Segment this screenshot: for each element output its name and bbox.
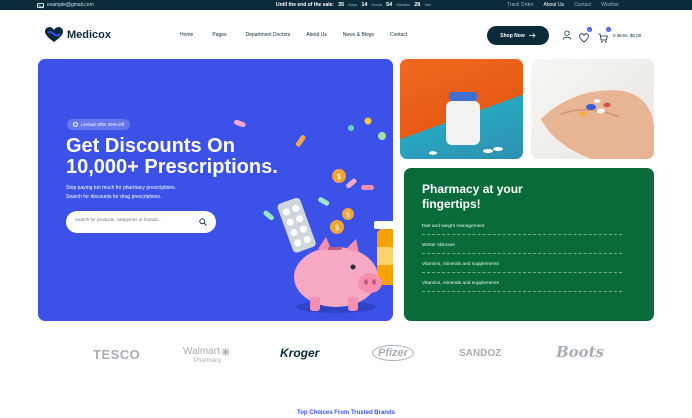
shop-now-label: Shop Now — [500, 32, 525, 39]
wishlist-link[interactable]: Wishlist — [601, 2, 618, 8]
brand-logos-row: TESCO Walmart Pharmacy ✳ Kroger Pfizer S… — [0, 338, 692, 370]
user-icon[interactable] — [562, 30, 572, 40]
email-text: example@gmail.com — [47, 2, 94, 8]
offer-badge: Limited Offer 25% Off — [67, 119, 131, 130]
svg-text:$: $ — [334, 223, 339, 232]
pills-in-hand-photo[interactable] — [531, 59, 654, 159]
hero-search-input[interactable] — [75, 217, 185, 222]
pharmacy-item-diet[interactable]: Diet and weight management — [422, 224, 622, 235]
wishlist-button[interactable]: 0 — [579, 27, 592, 43]
brand-boots[interactable]: Boots — [556, 343, 604, 361]
piggy-bank-illustration: $ $ $ — [234, 117, 393, 313]
cart-icon — [598, 33, 608, 43]
nav-contact[interactable]: Contact — [390, 32, 407, 38]
sale-countdown: Until the end of the sale: 35 Days 14 Hour… — [276, 2, 431, 8]
topbar-links: Track Order About Us Contact Wishlist — [507, 2, 619, 8]
countdown-label: Until the end of the sale: — [276, 2, 335, 8]
logo-heart-icon — [45, 27, 63, 42]
svg-text:$: $ — [346, 211, 350, 219]
offer-tag-icon — [73, 122, 78, 127]
hero-title-line1: Get Discounts On — [66, 135, 235, 157]
offer-badge-label: Limited Offer 25% Off — [81, 122, 125, 127]
svg-text:$: $ — [336, 172, 341, 181]
nav-about-us[interactable]: About Us — [306, 32, 327, 38]
heart-icon — [579, 33, 589, 43]
hero-banner: Limited Offer 25% Off Get Discounts On 1… — [38, 59, 393, 321]
pill-bottle-image — [429, 92, 503, 155]
countdown-minutes-unit: Minutes — [396, 2, 411, 7]
brand-kroger[interactable]: Kroger — [280, 346, 319, 360]
brand-name: Medicox — [67, 29, 112, 41]
hero-subtitle: Stop paying too much for pharmacy prescr… — [66, 184, 236, 202]
about-us-link[interactable]: About Us — [543, 2, 564, 8]
pharmacy-card: Pharmacy at your fingertips! Diet and we… — [404, 168, 654, 321]
pharmacy-item-winter-skincare[interactable]: Winter skincare — [422, 243, 622, 254]
main-nav: Home Pages Department Doctors About Us N… — [180, 32, 407, 38]
pharmacy-item-vitamins-2[interactable]: Vitamins, minerals and supplements — [422, 281, 622, 292]
topbar-email[interactable]: example@gmail.com — [37, 2, 94, 8]
nav-home[interactable]: Home — [180, 32, 193, 38]
track-order-link[interactable]: Track Order — [507, 2, 533, 8]
cart-button[interactable]: 0 — [598, 27, 611, 43]
countdown-days-unit: Days — [348, 2, 358, 7]
arrow-right-icon — [528, 33, 536, 38]
brand-tesco[interactable]: TESCO — [93, 347, 140, 362]
pharmacy-card-title: Pharmacy at your fingertips! — [422, 182, 523, 211]
countdown-hours: 14 — [361, 2, 368, 8]
nav-news-blogs[interactable]: News & Blogs — [343, 32, 374, 38]
hero-subtitle-line1: Stop paying too much for pharmacy prescr… — [66, 185, 177, 191]
brand-walmart-pharmacy[interactable]: Pharmacy — [194, 358, 221, 364]
mail-icon — [37, 2, 44, 8]
countdown-seconds-unit: Sec — [424, 2, 432, 7]
hero-search-bar — [66, 211, 216, 233]
search-icon[interactable] — [199, 218, 207, 226]
nav-department-doctors[interactable]: Department Doctors — [246, 32, 291, 38]
top-bar: example@gmail.com Until the end of the s… — [0, 0, 692, 10]
brand-pfizer[interactable]: Pfizer — [372, 345, 414, 361]
countdown-days: 35 — [338, 2, 345, 8]
pharmacy-item-vitamins[interactable]: Vitamins, minerals and supplements — [422, 262, 622, 273]
hand-with-pills-image — [541, 90, 654, 159]
logo[interactable]: Medicox — [45, 27, 111, 43]
nav-pages[interactable]: Pages — [212, 32, 226, 38]
medicine-bottle-photo[interactable] — [400, 59, 523, 159]
brand-walmart[interactable]: Walmart — [183, 346, 220, 357]
countdown-seconds: 28 — [414, 2, 421, 8]
cart-count-badge: 0 — [606, 27, 611, 32]
section-title: Top Choices From Trusted Brands — [297, 410, 395, 416]
cart-total[interactable]: 0 items: $0.00 — [613, 33, 641, 38]
walmart-spark-icon: ✳ — [221, 347, 231, 359]
contact-link[interactable]: Contact — [574, 2, 591, 8]
brand-sandoz[interactable]: SANDOZ — [459, 348, 501, 359]
wishlist-count-badge: 0 — [587, 27, 592, 32]
main-header: Medicox Home Pages Department Doctors Ab… — [37, 22, 654, 50]
shop-now-button[interactable]: Shop Now — [487, 26, 549, 45]
countdown-hours-unit: Hours — [371, 2, 383, 7]
hero-subtitle-line2: Search for discounts for drug prescripti… — [66, 194, 162, 200]
countdown-minutes: 54 — [386, 2, 393, 8]
